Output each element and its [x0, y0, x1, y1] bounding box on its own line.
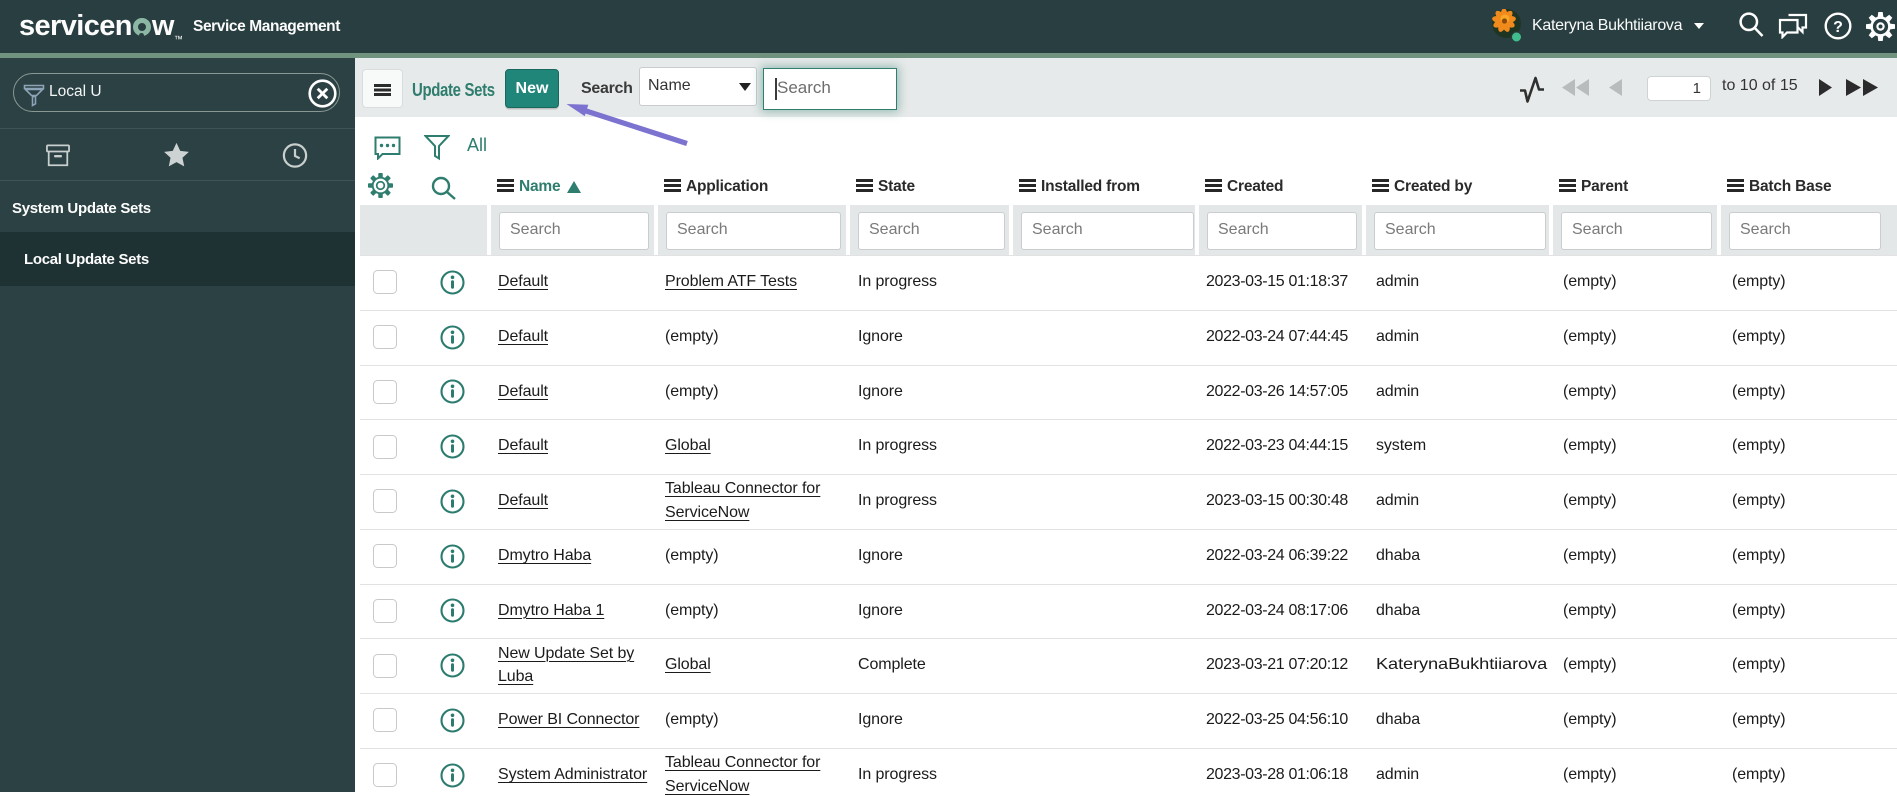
svg-text:?: ? — [1833, 19, 1843, 36]
